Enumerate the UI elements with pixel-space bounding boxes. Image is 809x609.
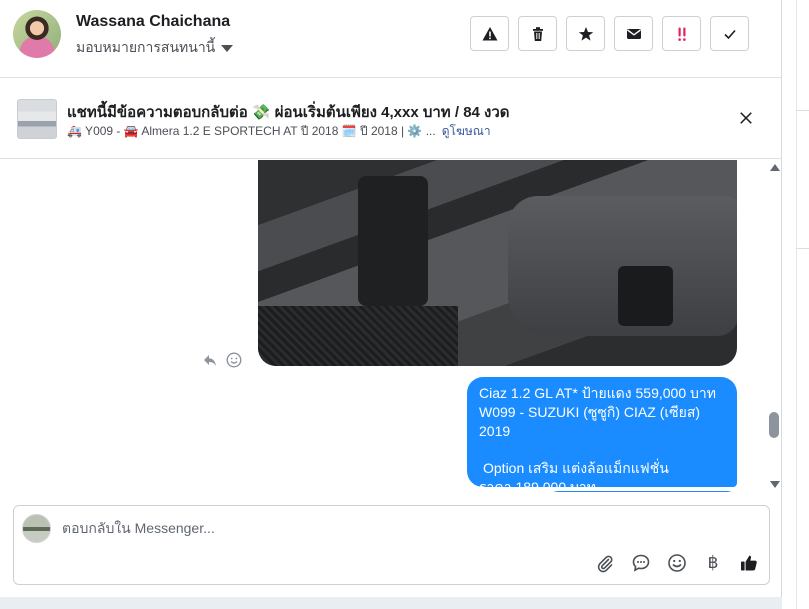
ad-subtitle-row: 🚑 Y009 - 🚘 Almera 1.2 E SPORTECH AT ปี 2… <box>67 122 491 141</box>
check-icon <box>723 29 736 39</box>
assign-label: มอบหมายการสนทนานี้ <box>76 39 216 55</box>
message-thread[interactable]: Ciaz 1.2 GL AT* ป้ายแดง 559,000 บาท W099… <box>0 160 782 492</box>
right-side-panel-edge <box>782 0 809 609</box>
photo-belt <box>618 266 673 326</box>
trash-icon <box>532 26 543 41</box>
reply-icon[interactable] <box>202 352 218 368</box>
envelope-icon <box>626 28 641 39</box>
scroll-up-arrow-icon[interactable] <box>770 164 780 171</box>
follow-up-button[interactable] <box>662 16 701 51</box>
paperclip-icon <box>597 555 613 573</box>
mark-done-button[interactable] <box>710 16 749 51</box>
page-avatar <box>22 514 51 543</box>
user-avatar[interactable] <box>13 10 61 58</box>
reply-input[interactable] <box>62 520 662 536</box>
emoji-button[interactable] <box>666 552 688 574</box>
ad-context-bar: แชทนี้มีข้อความตอบกลับต่อ 💸 ผ่อนเริ่มต้น… <box>0 79 782 159</box>
star-icon <box>578 26 593 41</box>
user-name[interactable]: Wassana Chaichana <box>76 13 230 31</box>
attach-file-button[interactable] <box>594 552 616 574</box>
header-actions <box>470 16 749 51</box>
photo-console <box>358 176 428 306</box>
scroll-thumb[interactable] <box>769 412 779 438</box>
car-interior-photo[interactable] <box>258 160 737 366</box>
star-button[interactable] <box>566 16 605 51</box>
like-button[interactable] <box>738 552 760 574</box>
caret-down-icon <box>221 44 234 52</box>
ad-title: แชทนี้มีข้อความตอบกลับต่อ 💸 ผ่อนเริ่มต้น… <box>67 104 510 121</box>
follow-up-icon <box>677 27 686 41</box>
assign-conversation-dropdown[interactable]: มอบหมายการสนทนานี้ <box>76 37 234 59</box>
baht-icon: ฿ <box>707 553 719 573</box>
warning-icon <box>482 26 497 40</box>
mark-unread-button[interactable] <box>614 16 653 51</box>
conversation-panel: Wassana Chaichana มอบหมายการสนทนานี้ แชท… <box>0 0 782 597</box>
composer-tools: ฿ <box>594 552 760 574</box>
thumbs-up-icon <box>741 555 757 571</box>
saved-replies-button[interactable] <box>630 552 652 574</box>
scroll-down-arrow-icon[interactable] <box>770 481 780 488</box>
report-spam-button[interactable] <box>470 16 509 51</box>
conversation-header: Wassana Chaichana มอบหมายการสนทนานี้ <box>0 0 782 78</box>
message-line-1: Ciaz 1.2 GL AT* ป้ายแดง 559,000 บาท <box>479 385 716 401</box>
emoji-reaction-icon[interactable] <box>226 352 242 368</box>
next-message-bubble[interactable] <box>548 491 737 492</box>
reply-composer: ฿ <box>13 505 770 585</box>
ad-thumbnail[interactable] <box>17 99 57 139</box>
message-line-2: W099 - SUZUKI (ซูซูกิ) CIAZ (เซียส) 2019 <box>479 404 701 439</box>
thread-scrollbar[interactable] <box>766 160 782 492</box>
chat-bubble-icon <box>632 554 650 572</box>
sent-message-bubble[interactable]: Ciaz 1.2 GL AT* ป้ายแดง 559,000 บาท W099… <box>467 377 737 492</box>
close-ad-bar-button[interactable] <box>736 108 756 128</box>
payment-button[interactable]: ฿ <box>702 552 724 574</box>
message-line-4: ราคา 189,000 บาท <box>479 479 596 492</box>
ad-subtitle: 🚑 Y009 - 🚘 Almera 1.2 E SPORTECH AT ปี 2… <box>67 124 436 138</box>
emoji-icon <box>668 554 686 572</box>
close-icon <box>740 112 752 124</box>
message-actions <box>202 352 242 368</box>
message-line-3: Option เสริม แต่งล้อแม็กแฟชั่น <box>483 460 669 476</box>
photo-floor-mat <box>258 306 458 366</box>
delete-button[interactable] <box>518 16 557 51</box>
view-ad-link[interactable]: ดูโฆษณา <box>442 122 491 141</box>
